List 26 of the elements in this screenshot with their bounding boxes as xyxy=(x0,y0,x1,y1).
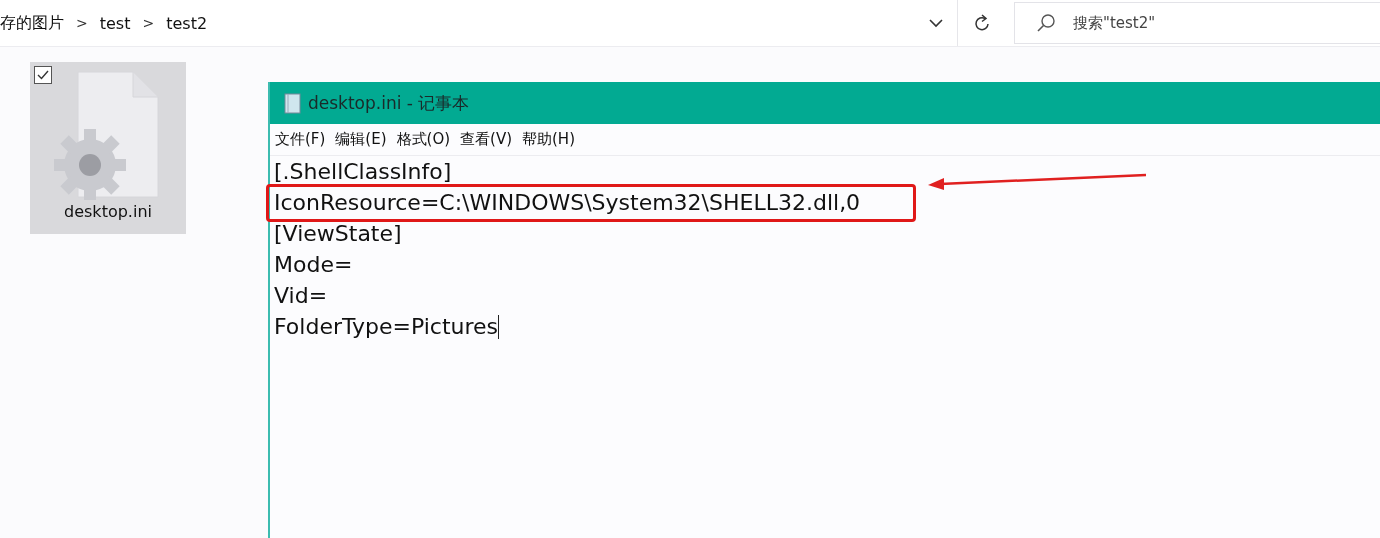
breadcrumb-separator: > xyxy=(76,15,88,31)
text-line: FolderType=Pictures xyxy=(274,314,499,339)
text-line: [ViewState] xyxy=(274,221,402,246)
file-item[interactable]: desktop.ini xyxy=(30,62,186,234)
breadcrumb-item[interactable]: 存的图片 xyxy=(0,12,64,34)
menu-item[interactable]: 文件(F) xyxy=(275,130,326,149)
menu-item[interactable]: 编辑(E) xyxy=(335,130,387,149)
chevron-down-icon[interactable] xyxy=(929,18,943,28)
address-bar[interactable]: 存的图片 > test > test2 xyxy=(0,0,958,46)
menu-item[interactable]: 查看(V) xyxy=(460,130,512,149)
text-line: IconResource=C:\WINDOWS\System32\SHELL32.dll,0 xyxy=(274,190,861,215)
menu-item[interactable]: 格式(O) xyxy=(396,130,451,149)
text-line: Vid= xyxy=(274,283,328,308)
menu-item[interactable]: 帮助(H) xyxy=(522,130,575,149)
window-title: desktop.ini - 记事本 xyxy=(308,91,470,115)
text-editor[interactable]: [.ShellClassInfo] IconResource=C:\WINDOWS\System32\SHELL32.dll,0 [ViewState] Mode= Vid= FolderType=Pictures xyxy=(270,156,1380,342)
breadcrumb-item[interactable]: test xyxy=(99,13,131,33)
text-line: Mode= xyxy=(274,252,353,277)
text-line: [.ShellClassInfo] xyxy=(274,159,452,184)
refresh-icon[interactable] xyxy=(974,14,990,32)
checkbox[interactable] xyxy=(34,66,52,84)
file-name: desktop.ini xyxy=(64,202,152,221)
breadcrumb-separator: > xyxy=(142,15,155,31)
breadcrumb-item[interactable]: test2 xyxy=(166,13,208,33)
notepad-icon xyxy=(284,92,302,114)
search-field[interactable]: 搜索"test2" xyxy=(1014,2,1380,44)
